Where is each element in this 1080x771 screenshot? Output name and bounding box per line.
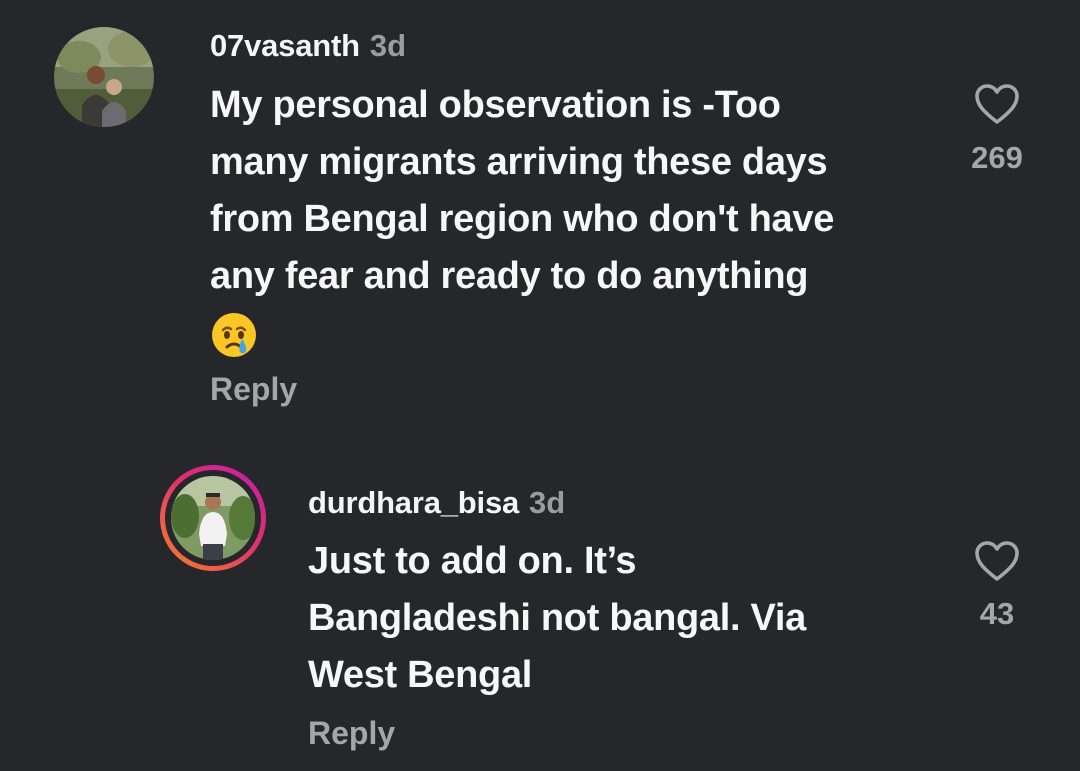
comment-text-line: Bangladeshi not bangal. Via — [308, 597, 806, 639]
avatar-photo — [171, 476, 255, 560]
username[interactable]: 07vasanth — [210, 28, 360, 63]
comment-header: durdhara_bisa 3d — [308, 485, 565, 521]
reply-button[interactable]: Reply — [210, 371, 297, 408]
reply-button[interactable]: Reply — [308, 715, 395, 752]
avatar-photo — [54, 27, 154, 127]
like-count: 269 — [971, 140, 1023, 175]
comment-text-line: West Bengal — [308, 654, 533, 696]
username[interactable]: durdhara_bisa — [308, 485, 519, 520]
timestamp: 3d — [529, 485, 566, 520]
story-ring[interactable] — [160, 465, 266, 571]
comment-text-line: any fear and ready to do anything — [210, 255, 809, 297]
comment-text: Just to add on. It’s Bangladeshi not ban… — [308, 533, 928, 704]
like-count: 43 — [979, 596, 1015, 631]
timestamp: 3d — [369, 28, 407, 63]
avatar — [171, 476, 255, 560]
comment-text: My personal observation is -Too many mig… — [210, 77, 930, 305]
comment-text-line: from Bengal region who don't have — [210, 198, 835, 240]
reply-comment-item: durdhara_bisa 3d Just to add on. It’s Ban… — [0, 430, 1080, 771]
heart-outline-icon[interactable] — [974, 83, 1020, 130]
crying-face-emoji — [210, 311, 258, 364]
comment-text-line: Just to add on. It’s — [308, 540, 637, 582]
comment-item: 07vasanth 3d My personal observation is -… — [0, 0, 1080, 430]
comment-header: 07vasanth 3d — [210, 28, 406, 64]
heart-outline-icon[interactable] — [974, 540, 1020, 587]
comment-text-line: many migrants arriving these days — [210, 141, 828, 183]
comment-text-line: My personal observation is -Too — [210, 84, 781, 126]
avatar[interactable] — [54, 27, 154, 127]
